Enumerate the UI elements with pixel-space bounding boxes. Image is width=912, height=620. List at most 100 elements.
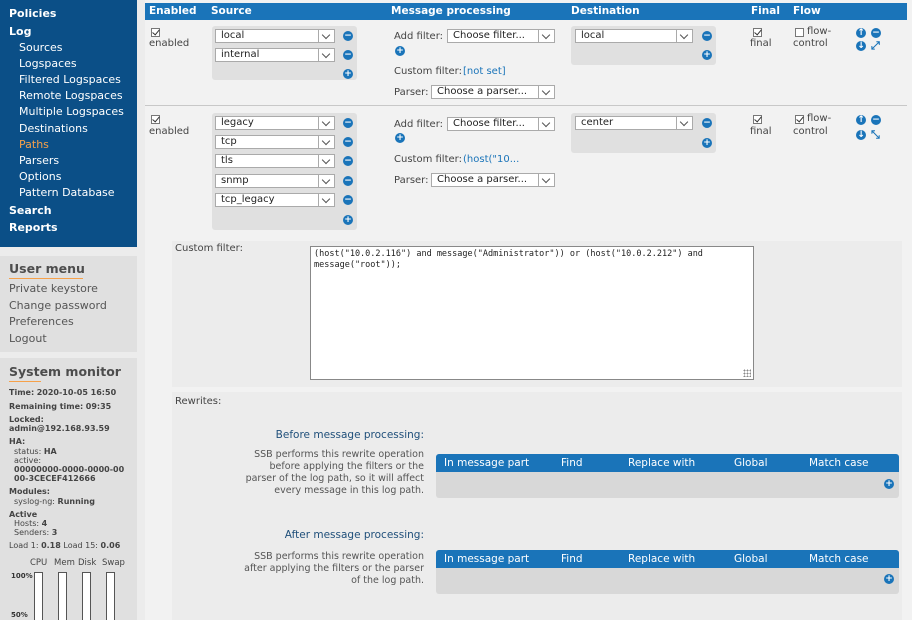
nav-remote-logspaces[interactable]: Remote Logspaces [0,88,137,104]
remove-source-icon[interactable]: − [343,137,353,147]
move-down-icon[interactable]: ↓ [856,41,866,51]
cpu-meter [34,572,43,620]
col-source: Source [211,5,252,17]
mem-meter [58,572,67,620]
delete-path-icon[interactable]: − [871,115,881,125]
nav-log[interactable]: Log [0,24,137,40]
custom-filter-label: Custom filter: [394,154,462,165]
remove-source-icon[interactable]: − [343,176,353,186]
chevron-down-icon [318,49,334,61]
final-label: final [750,38,772,49]
custom-filter-textarea[interactable]: (host("10.0.2.116") and message("Adminis… [310,246,754,380]
remove-source-icon[interactable]: − [343,195,353,205]
nav-filtered-logspaces[interactable]: Filtered Logspaces [0,72,137,88]
paths-table-header: Enabled Source Message processing Destin… [145,3,907,20]
chevron-down-icon [538,30,554,42]
source-select[interactable]: local [215,29,335,43]
path-row: enabled local − internal − + Add filter:… [145,20,907,106]
remaining-time-line: Remaining time: 09:35 [9,402,112,411]
source-select[interactable]: tcp_legacy [215,193,335,207]
chevron-down-icon [538,174,554,186]
rewrites-section: Rewrites: Before message processing: SSB… [172,392,902,620]
custom-filter-link[interactable]: [not set] [463,66,506,77]
sidebar: Policies Log Sources Logspaces Filtered … [0,0,138,620]
enabled-checkbox[interactable] [151,115,160,124]
nav-options[interactable]: Options [0,169,137,185]
custom-filter-editor-label: Custom filter: [175,243,243,254]
nav-paths[interactable]: Paths [0,137,137,153]
flow-control-label-2: control [793,38,828,49]
chevron-down-icon [676,30,692,42]
destination-panel: local − + [571,26,716,65]
nav-logspaces[interactable]: Logspaces [0,56,137,72]
ha-label: HA: [9,437,26,446]
parser-select[interactable]: Choose a parser... [431,173,555,187]
source-select[interactable]: legacy [215,116,335,130]
move-down-icon[interactable]: ↓ [856,130,866,140]
destination-select[interactable]: local [575,29,693,43]
change-password-link[interactable]: Change password [9,298,107,314]
flow-control-checkbox[interactable] [795,115,804,124]
modules-label: Modules: [9,487,51,496]
remove-source-icon[interactable]: − [343,118,353,128]
add-rewrite-icon[interactable]: + [884,479,894,489]
final-checkbox[interactable] [753,28,762,37]
preferences-link[interactable]: Preferences [9,314,74,330]
source-select[interactable]: tls [215,154,335,168]
title-underline [9,381,41,382]
destination-select[interactable]: center [575,116,693,130]
source-select[interactable]: internal [215,48,335,62]
add-filter-label: Add filter: [394,31,443,42]
col-flow: Flow [793,5,821,17]
flow-control-label: flow- [807,26,832,37]
syslog-status-line: syslog-ng: Running [14,497,95,506]
nav-multiple-logspaces[interactable]: Multiple Logspaces [0,104,137,120]
nav-search[interactable]: Search [0,203,137,219]
swap-meter-label: Swap [102,558,125,568]
final-checkbox[interactable] [753,115,762,124]
add-filter-icon[interactable]: + [395,133,405,143]
add-source-icon[interactable]: + [343,215,353,225]
remove-source-icon[interactable]: − [343,156,353,166]
collapse-icon[interactable]: ⤡ [871,129,882,140]
remove-source-icon[interactable]: − [343,31,353,41]
source-select[interactable]: tcp [215,135,335,149]
delete-path-icon[interactable]: − [871,28,881,38]
expand-icon[interactable]: ⤢ [871,40,882,51]
source-select[interactable]: snmp [215,174,335,188]
chevron-down-icon [318,155,334,167]
nav-parsers[interactable]: Parsers [0,153,137,169]
private-keystore-link[interactable]: Private keystore [9,281,98,297]
remove-destination-icon[interactable]: − [702,118,712,128]
remove-destination-icon[interactable]: − [702,31,712,41]
nav-sources[interactable]: Sources [0,40,137,56]
filter-select[interactable]: Choose filter... [447,29,555,43]
move-up-icon[interactable]: ↑ [856,115,866,125]
add-source-icon[interactable]: + [343,69,353,79]
custom-filter-link[interactable]: (host("10... [463,154,519,165]
custom-filter-text: (host("10.0.2.116") and message("Adminis… [314,249,703,270]
senders-line: Senders: 3 [14,528,58,537]
nav-policies[interactable]: Policies [0,6,137,22]
resize-grip-icon[interactable] [743,369,751,377]
add-destination-icon[interactable]: + [702,138,712,148]
add-filter-icon[interactable]: + [395,46,405,56]
rewrites-label: Rewrites: [175,396,222,407]
nav-reports[interactable]: Reports [0,220,137,236]
filter-select[interactable]: Choose filter... [447,117,555,131]
add-destination-icon[interactable]: + [702,50,712,60]
add-rewrite-icon[interactable]: + [884,574,894,584]
before-processing-title: Before message processing: [275,429,424,441]
logout-link[interactable]: Logout [9,331,47,347]
chevron-down-icon [318,175,334,187]
after-rewrite-table: In message part Find Replace with Global… [436,550,899,594]
move-up-icon[interactable]: ↑ [856,28,866,38]
remove-source-icon[interactable]: − [343,50,353,60]
parser-select[interactable]: Choose a parser... [431,85,555,99]
enabled-checkbox[interactable] [151,28,160,37]
flow-control-checkbox[interactable] [795,28,804,37]
chevron-down-icon [538,86,554,98]
nav-destinations[interactable]: Destinations [0,121,137,137]
chevron-down-icon [318,30,334,42]
nav-pattern-database[interactable]: Pattern Database [0,185,137,201]
